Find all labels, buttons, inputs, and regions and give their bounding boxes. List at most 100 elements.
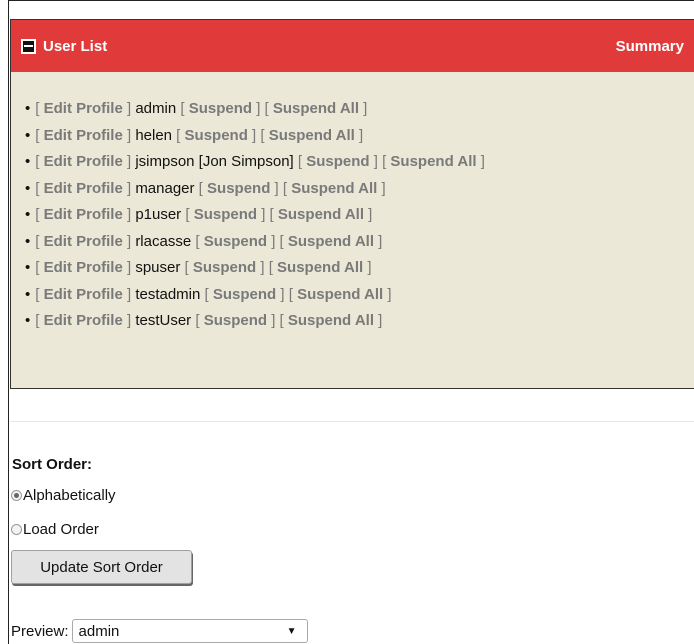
user-list: •[ Edit Profile ] admin [ Suspend ] [ Su… bbox=[11, 72, 694, 335]
suspend-all-link[interactable]: Suspend All bbox=[278, 206, 364, 223]
panel-title: User List bbox=[43, 37, 108, 55]
bracket: ] [ bbox=[256, 259, 278, 276]
suspend-all-link[interactable]: Suspend All bbox=[288, 312, 374, 329]
bullet: • bbox=[25, 259, 31, 276]
preview-label: Preview: bbox=[11, 622, 69, 640]
bracket: ] bbox=[122, 153, 136, 170]
bracket: [ bbox=[191, 312, 204, 329]
username: manager bbox=[135, 179, 195, 197]
edit-profile-link[interactable]: Edit Profile bbox=[44, 127, 123, 144]
bracket: [ bbox=[35, 259, 44, 276]
edit-profile-link[interactable]: Edit Profile bbox=[44, 153, 123, 170]
edit-profile-link[interactable]: Edit Profile bbox=[44, 259, 123, 276]
update-sort-order-button[interactable]: Update Sort Order bbox=[11, 550, 192, 584]
radio-button[interactable] bbox=[11, 524, 22, 535]
chevron-down-icon: ▼ bbox=[286, 625, 297, 637]
edit-profile-link[interactable]: Edit Profile bbox=[44, 233, 123, 250]
bracket: ] bbox=[122, 126, 136, 144]
bracket: ] bbox=[122, 285, 136, 303]
bracket: [ bbox=[181, 206, 194, 223]
suspend-link[interactable]: Suspend bbox=[213, 286, 276, 303]
list-item: •[ Edit Profile ] admin [ Suspend ] [ Su… bbox=[25, 96, 694, 123]
collapse-icon[interactable] bbox=[21, 38, 36, 54]
edit-profile-link[interactable]: Edit Profile bbox=[44, 312, 123, 329]
bracket: [ bbox=[194, 179, 208, 197]
summary-link[interactable]: Summary bbox=[616, 38, 684, 55]
bullet: • bbox=[25, 100, 31, 117]
list-item: •[ Edit Profile ] testadmin [ Suspend ] … bbox=[25, 282, 694, 309]
bracket: ] bbox=[122, 100, 136, 117]
bracket: ] bbox=[122, 232, 136, 250]
suspend-link[interactable]: Suspend bbox=[204, 312, 267, 329]
edit-profile-link[interactable]: Edit Profile bbox=[44, 180, 123, 197]
sort-order-title: Sort Order: bbox=[12, 456, 93, 473]
bracket: ] bbox=[122, 179, 136, 197]
bullet: • bbox=[25, 312, 31, 329]
radio-label: Load Order bbox=[23, 521, 99, 538]
bracket: ] bbox=[377, 179, 386, 197]
bracket: ] bbox=[383, 285, 392, 303]
username: admin bbox=[135, 100, 177, 117]
suspend-all-link[interactable]: Suspend All bbox=[390, 153, 476, 170]
bracket: [ bbox=[35, 100, 44, 117]
preview-row: Preview: admin ▼ bbox=[11, 619, 308, 643]
bracket: ] bbox=[122, 206, 136, 223]
list-item: •[ Edit Profile ] jsimpson [Jon Simpson]… bbox=[25, 149, 694, 176]
bracket: ] bbox=[354, 126, 364, 144]
suspend-all-link[interactable]: Suspend All bbox=[288, 233, 374, 250]
panel-header-left: User List bbox=[21, 38, 107, 55]
list-item: •[ Edit Profile ] p1user [ Suspend ] [ S… bbox=[25, 202, 694, 229]
bullet: • bbox=[25, 153, 31, 170]
list-item: •[ Edit Profile ] testUser [ Suspend ] [… bbox=[25, 308, 694, 335]
username: spuser bbox=[135, 259, 181, 276]
bracket: ] bbox=[363, 259, 372, 276]
username: p1user bbox=[135, 206, 182, 223]
bracket: [ bbox=[35, 232, 44, 250]
bracket: [ bbox=[35, 285, 44, 303]
suspend-all-link[interactable]: Suspend All bbox=[277, 259, 363, 276]
suspend-link[interactable]: Suspend bbox=[189, 100, 252, 117]
edit-profile-link[interactable]: Edit Profile bbox=[44, 286, 123, 303]
suspend-all-link[interactable]: Suspend All bbox=[273, 100, 359, 117]
bullet: • bbox=[25, 285, 31, 303]
bracket: [ bbox=[200, 285, 213, 303]
list-item: •[ Edit Profile ] spuser [ Suspend ] [ S… bbox=[25, 255, 694, 282]
bullet: • bbox=[25, 232, 31, 250]
panel-header: User List Summary bbox=[11, 20, 694, 72]
username: testadmin bbox=[135, 285, 201, 303]
bracket: [ bbox=[172, 126, 185, 144]
bracket: ] [ bbox=[276, 285, 298, 303]
username: rlacasse bbox=[135, 232, 192, 250]
suspend-link[interactable]: Suspend bbox=[193, 259, 256, 276]
radio-button-checked[interactable] bbox=[11, 490, 22, 501]
suspend-link[interactable]: Suspend bbox=[306, 153, 369, 170]
edit-profile-link[interactable]: Edit Profile bbox=[44, 100, 123, 117]
bracket: ] [ bbox=[257, 206, 278, 223]
suspend-link[interactable]: Suspend bbox=[204, 233, 267, 250]
radio-alphabetically[interactable]: Alphabetically bbox=[11, 487, 116, 504]
bracket: ] bbox=[374, 232, 383, 250]
bracket: ] bbox=[374, 312, 383, 329]
suspend-link[interactable]: Suspend bbox=[185, 127, 248, 144]
suspend-all-link[interactable]: Suspend All bbox=[291, 180, 377, 197]
bracket: [ bbox=[176, 100, 189, 117]
bracket: [ bbox=[35, 126, 44, 144]
divider bbox=[10, 421, 694, 422]
bullet: • bbox=[25, 179, 31, 197]
bracket: ] [ bbox=[270, 179, 292, 197]
edit-profile-link[interactable]: Edit Profile bbox=[44, 206, 123, 223]
bracket: ] bbox=[364, 206, 373, 223]
bullet: • bbox=[25, 126, 31, 144]
username: helen bbox=[135, 126, 173, 144]
bracket: [ bbox=[191, 232, 204, 250]
suspend-all-link[interactable]: Suspend All bbox=[297, 286, 383, 303]
bracket: [ bbox=[35, 179, 44, 197]
bracket: ] bbox=[122, 312, 136, 329]
radio-load-order[interactable]: Load Order bbox=[11, 521, 99, 538]
suspend-all-link[interactable]: Suspend All bbox=[269, 127, 355, 144]
bracket: ] [ bbox=[267, 312, 288, 329]
bracket: [ bbox=[293, 153, 307, 170]
suspend-link[interactable]: Suspend bbox=[194, 206, 257, 223]
suspend-link[interactable]: Suspend bbox=[207, 180, 270, 197]
preview-select[interactable]: admin ▼ bbox=[71, 619, 308, 643]
